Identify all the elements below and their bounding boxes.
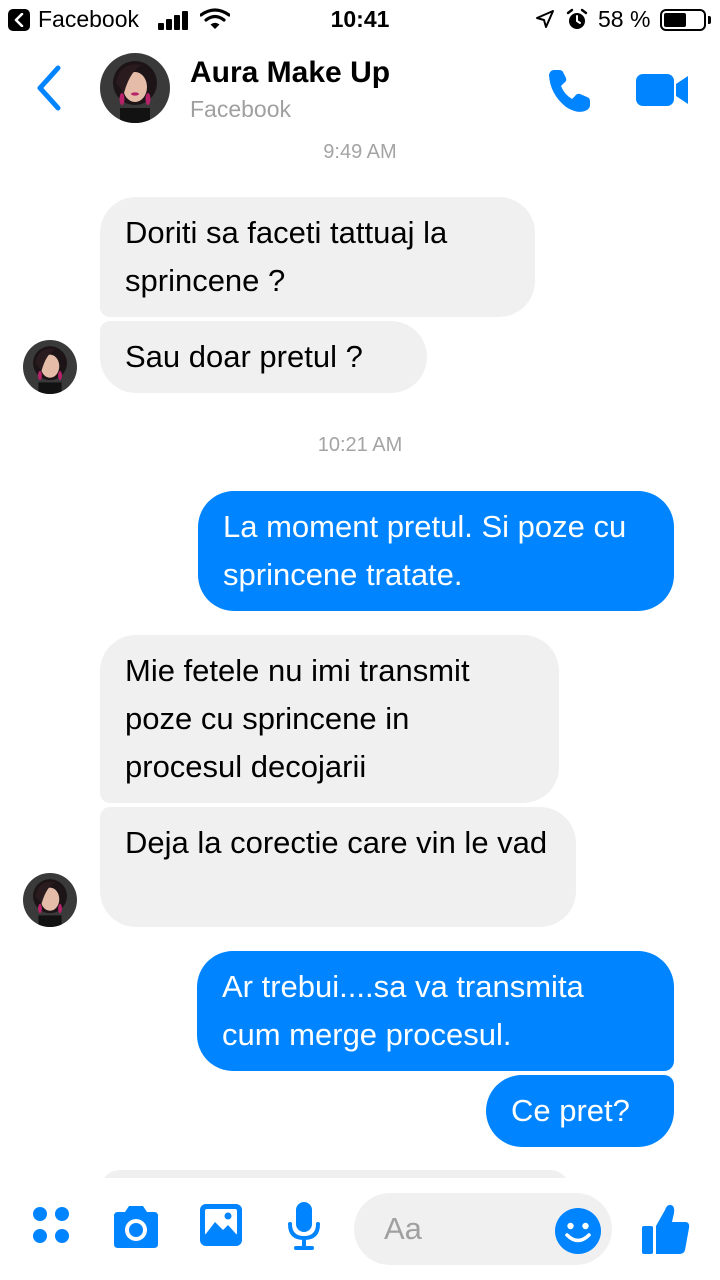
- sender-avatar[interactable]: [23, 873, 77, 927]
- status-bar: Facebook 10:41 58 %: [0, 0, 720, 40]
- outgoing-message[interactable]: Ar trebui....sa va transmita cum merge p…: [197, 951, 674, 1071]
- contact-avatar[interactable]: [100, 53, 170, 123]
- alarm-icon: [566, 8, 588, 29]
- message-composer: Aa: [0, 1178, 720, 1280]
- contact-name[interactable]: Aura Make Up: [190, 56, 390, 90]
- incoming-message[interactable]: Sau doar pretul ?: [100, 321, 427, 393]
- camera-icon[interactable]: [110, 1204, 162, 1250]
- message-input-placeholder: Aa: [384, 1211, 422, 1246]
- message-timestamp: 10:21 AM: [317, 434, 403, 456]
- outgoing-message[interactable]: Ce pret?: [486, 1075, 674, 1147]
- incoming-message[interactable]: Mie fetele nu imi transmit poze cu sprin…: [100, 635, 559, 803]
- conversation-header: Aura Make Up Facebook: [0, 40, 720, 140]
- battery-icon: [660, 9, 706, 31]
- battery-tip: [708, 16, 711, 24]
- battery-level: [664, 13, 686, 27]
- battery-percent: 58 %: [598, 6, 651, 32]
- like-icon[interactable]: [640, 1202, 692, 1256]
- sender-avatar[interactable]: [23, 340, 77, 394]
- incoming-message[interactable]: Deja la corectie care vin le vad: [100, 807, 576, 927]
- outgoing-message[interactable]: La moment pretul. Si poze cu sprincene t…: [198, 491, 674, 611]
- gallery-icon[interactable]: [198, 1202, 244, 1248]
- video-call-button[interactable]: [634, 70, 692, 110]
- back-button[interactable]: [28, 62, 72, 114]
- message-timestamp: 9:49 AM: [323, 141, 397, 163]
- phone-call-button[interactable]: [544, 64, 596, 116]
- contact-source: Facebook: [190, 96, 292, 122]
- microphone-icon[interactable]: [286, 1200, 322, 1252]
- emoji-icon[interactable]: [554, 1207, 602, 1255]
- incoming-message[interactable]: Doriti sa faceti tattuaj la sprincene ?: [100, 197, 535, 317]
- apps-icon[interactable]: [30, 1204, 74, 1248]
- location-icon: [536, 10, 554, 28]
